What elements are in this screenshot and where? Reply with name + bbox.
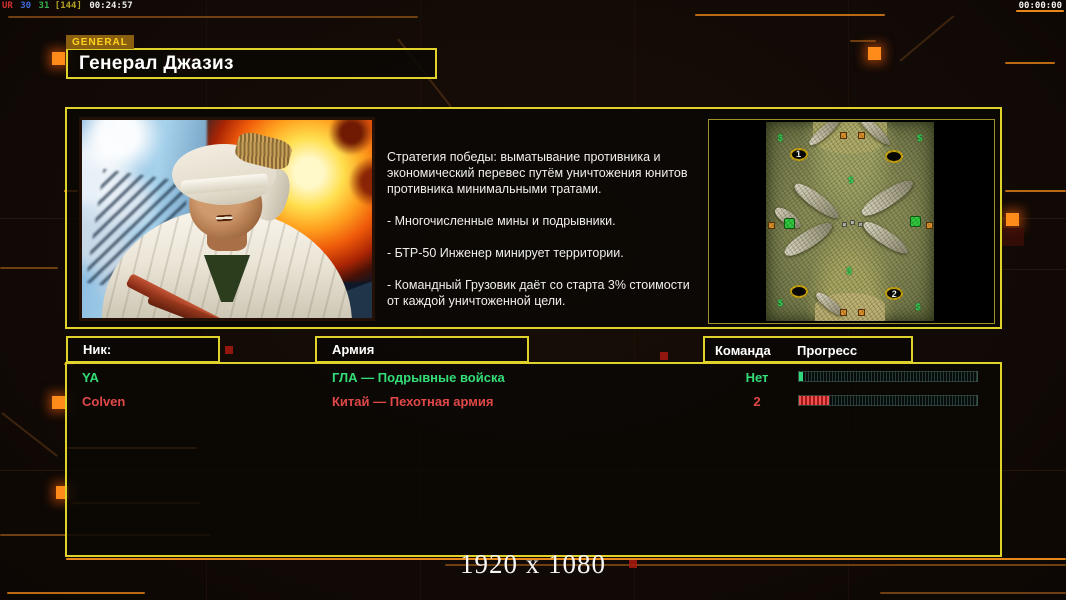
start-position-label: 1	[796, 149, 802, 160]
start-position-marker-1: 1	[789, 147, 808, 161]
supply-dock-icon: $	[917, 132, 923, 143]
circuit-line	[1005, 190, 1066, 192]
fps-overlay-avg: 31	[38, 1, 50, 11]
minimap-sand-patch	[814, 293, 886, 321]
tech-building-icon	[850, 219, 855, 225]
fps-overlay-label: UR	[2, 1, 13, 11]
circuit-dot	[660, 352, 668, 360]
circuit-line	[850, 40, 876, 42]
tech-building-icon	[858, 221, 864, 227]
start-position-marker-2: 2	[885, 287, 904, 301]
header-army-label: Армия	[332, 342, 375, 357]
minimap-ridge	[790, 179, 843, 223]
strategy-paragraph: Стратегия победы: выматывание противника…	[387, 150, 688, 196]
supply-dock-icon: $	[777, 132, 783, 143]
minimap-ridge	[781, 217, 837, 262]
supply-pile-icon	[784, 217, 796, 229]
circuit-node	[52, 52, 65, 65]
oil-derrick-icon	[925, 221, 933, 229]
circuit-line	[1005, 62, 1055, 64]
circuit-patch	[1002, 228, 1024, 246]
oil-derrick-icon	[839, 309, 847, 317]
minimap-ridge	[771, 204, 804, 231]
resolution-watermark: 1920 x 1080	[460, 549, 606, 579]
circuit-line	[995, 269, 1066, 270]
oil-derrick-icon	[767, 221, 775, 229]
circuit-line	[880, 592, 1066, 594]
player-progress-fill	[799, 372, 803, 381]
supply-dock-icon: $	[848, 174, 854, 185]
supply-dock-icon: $	[777, 298, 783, 309]
player-nick: YA	[82, 370, 99, 385]
player-progress-bar	[798, 395, 978, 406]
minimap-ridge	[813, 289, 847, 319]
fps-overlay: UR 30 31 [144] 00:24:57	[2, 1, 135, 11]
strategy-paragraph: - БТР-50 Инженер минирует территории.	[387, 246, 624, 260]
circuit-line	[695, 14, 885, 16]
oil-derrick-icon	[858, 309, 866, 317]
start-position-marker	[789, 285, 808, 299]
player-army: Китай — Пехотная армия	[332, 394, 494, 409]
header-team-label: Команда	[715, 343, 771, 358]
portrait-mouth	[216, 213, 234, 222]
player-progress-bar	[798, 371, 978, 382]
game-clock: 00:00:00	[1018, 1, 1062, 11]
header-army: Армия	[315, 336, 529, 363]
tech-building-icon	[841, 221, 847, 227]
general-info-panel: Стратегия победы: выматывание противника…	[65, 107, 1002, 329]
circuit-line	[8, 16, 418, 18]
fps-overlay-fps: 30	[20, 1, 32, 11]
general-title: Генерал Джазиз	[79, 52, 234, 74]
supply-dock-icon: $	[846, 266, 852, 277]
circuit-node	[52, 396, 65, 409]
player-team: 2	[753, 394, 761, 409]
circuit-dot	[225, 346, 233, 354]
start-position-label: 2	[891, 288, 897, 299]
minimap-frame: 1 2 $ $ $ $ $ $	[708, 119, 995, 324]
circuit-diagonal	[1, 412, 58, 457]
minimap-ridge	[856, 122, 894, 149]
oil-derrick-icon	[858, 131, 866, 139]
player-progress-fill	[799, 396, 830, 405]
strategy-paragraph: - Командный Грузовик даёт со старта 3% с…	[387, 278, 690, 308]
oil-derrick-icon	[839, 131, 847, 139]
circuit-diagonal	[899, 15, 955, 62]
header-nick: Ник:	[66, 336, 220, 363]
minimap-ridge	[860, 218, 912, 259]
circuit-line	[0, 267, 58, 269]
minimap: 1 2 $ $ $ $ $ $	[766, 122, 934, 321]
supply-pile-icon	[910, 215, 922, 227]
circuit-line	[7, 592, 145, 594]
minimap-ridge	[806, 122, 844, 149]
general-portrait	[79, 117, 375, 321]
start-position-marker	[885, 149, 904, 163]
header-nick-label: Ник:	[83, 342, 112, 357]
player-nick: Colven	[82, 394, 126, 409]
supply-dock-icon: $	[915, 302, 921, 313]
loading-screen: UR 30 31 [144] 00:24:57 00:00:00 GENERAL…	[0, 0, 1066, 600]
header-team-progress: Команда Прогресс	[703, 336, 913, 363]
circuit-node	[868, 47, 881, 60]
general-tab-label: GENERAL	[66, 35, 134, 49]
strategy-description: Стратегия победы: выматывание противника…	[387, 149, 702, 325]
circuit-node	[1006, 213, 1019, 226]
player-team: Нет	[745, 370, 769, 385]
minimap-sand-patch	[813, 122, 887, 154]
general-title-box: Генерал Джазиз	[66, 48, 437, 79]
player-army: ГЛА — Подрывные войска	[332, 370, 505, 385]
header-progress-label: Прогресс	[797, 343, 858, 358]
player-row: YA ГЛА — Подрывные войска Нет	[67, 368, 1000, 390]
players-panel: YA ГЛА — Подрывные войска Нет Colven Кит…	[65, 362, 1002, 557]
fps-overlay-session-time: 00:24:57	[89, 1, 133, 11]
player-row: Colven Китай — Пехотная армия 2	[67, 392, 1000, 414]
minimap-ridge	[858, 174, 917, 221]
fps-overlay-limit: [144]	[54, 1, 82, 11]
strategy-paragraph: - Многочисленные мины и подрывники.	[387, 214, 616, 228]
